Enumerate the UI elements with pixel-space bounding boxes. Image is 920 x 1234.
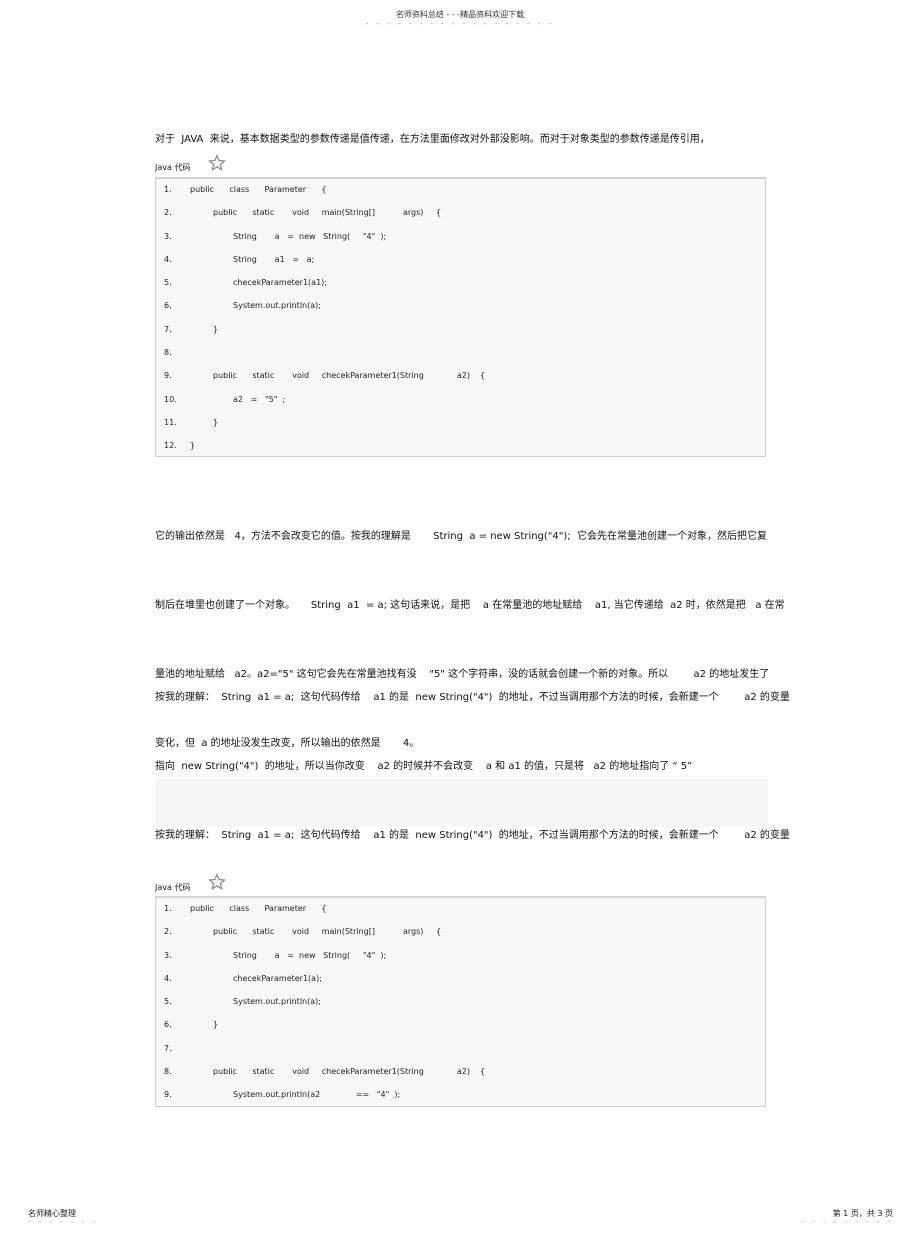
code-line: 2. public static void main(String[] args)…: [156, 202, 765, 225]
code-block-2: 1. public class Parameter { 2. public stati…: [155, 896, 766, 1107]
code-text: }: [190, 441, 196, 451]
code-line: 6. System.out.println(a);: [156, 295, 765, 318]
code-text: System.out.println(a);: [233, 301, 321, 311]
code-text: public static void main(String[] args) {: [213, 208, 442, 218]
code-line: 3. String a = new String( "4" );: [156, 226, 765, 249]
line-number: 8.: [164, 348, 172, 358]
code-text: String a1 = a;: [233, 254, 315, 264]
code-line: 3. String a = new String( "4" );: [156, 945, 765, 968]
line-number: 7.: [164, 1043, 172, 1053]
code-line: 7.: [156, 1038, 765, 1061]
code-label: Java 代码: [155, 163, 191, 172]
code-line: 10. a2 = "5" ;: [156, 389, 765, 412]
favorite-star-icon[interactable]: [208, 154, 226, 172]
understanding-paragraph-1: 按我的理解： String a1 = a; 这句代码传给 a1 的是 new S…: [155, 640, 790, 801]
line-number: 1.: [164, 185, 172, 194]
understanding-line: 按我的理解： String a1 = a; 这句代码传给 a1 的是 new S…: [155, 830, 790, 841]
code-line: 9. public static void checekParameter1(St…: [156, 365, 765, 388]
line-number: 8.: [164, 1067, 172, 1077]
line-number: 6.: [164, 1020, 172, 1030]
code-line: 12.}: [156, 435, 765, 458]
line-number: 7.: [164, 324, 172, 334]
code-text: checekParameter1(a1);: [233, 278, 327, 288]
code-text: String a = new String( "4" );: [233, 231, 387, 241]
line-number: 2.: [164, 927, 172, 937]
code-line: 4. checekParameter1(a);: [156, 968, 765, 991]
code-text: System.out.println(a);: [233, 997, 321, 1007]
code-line: 2. public static void main(String[] args)…: [156, 921, 765, 944]
understanding-line: 指向 new String("4") 的地址，所以当你改变 a2 的时候并不会改…: [155, 761, 693, 772]
code-text: public static void main(String[] args) {: [213, 927, 442, 937]
line-number: 11.: [164, 417, 177, 427]
page-header: 名师资料总结 - - -精品资料欢迎下载 - - - - - - - - - -…: [0, 9, 920, 28]
header-dots: - - - - - - - - - - - - - - - - - -: [365, 20, 555, 28]
line-number: 5.: [164, 997, 172, 1007]
code-text: public class Parameter {: [190, 185, 327, 194]
favorite-star-icon[interactable]: [208, 873, 226, 891]
code-line: 1. public class Parameter {: [156, 898, 765, 921]
line-number: 3.: [164, 950, 172, 960]
line-number: 4.: [164, 254, 172, 264]
code-line: 9. System.out.println(a2 == "4" );: [156, 1084, 765, 1107]
line-number: 3.: [164, 231, 172, 241]
code-text: }: [213, 324, 219, 334]
footer-left: 名师精心整理 - - - - - - -: [28, 1208, 99, 1226]
understanding-line: 按我的理解： String a1 = a; 这句代码传给 a1 的是 new S…: [155, 692, 790, 703]
line-number: 4.: [164, 973, 172, 983]
code-line: 1. public class Parameter {: [156, 179, 765, 202]
footer-left-dots: - - - - - - -: [28, 1218, 99, 1226]
code-block-1: 1. public class Parameter { 2. public stati…: [155, 177, 766, 457]
code-text: checekParameter1(a);: [233, 973, 322, 983]
code-text: }: [213, 1020, 219, 1030]
line-number: 9.: [164, 371, 172, 381]
code-line: 7.}: [156, 319, 765, 342]
line-number: 6.: [164, 301, 172, 311]
footer-page-number: 第 1 页，共 3 页 - - - - - - - - -: [801, 1208, 893, 1226]
code-label: Java 代码: [155, 883, 191, 892]
footer-right-dots: - - - - - - - - -: [801, 1218, 893, 1226]
code-line: 4. String a1 = a;: [156, 249, 765, 272]
header-text: 名师资料总结 - - -精品资料欢迎下载: [395, 10, 525, 19]
code-line: 11.}: [156, 412, 765, 435]
explanation-line: 制后在堆里也创建了一个对象。 String a1 = a; 这句话来说，是把 a…: [155, 600, 785, 611]
line-number: 5.: [164, 278, 172, 288]
line-number: 9.: [164, 1090, 172, 1100]
code-text: System.out.println(a2 == "4" );: [233, 1090, 401, 1100]
line-number: 12.: [164, 441, 177, 451]
intro-line: 对于 JAVA 来说，基本数据类型的参数传递是值传递，在方法里面修改对外部没影响…: [155, 134, 710, 145]
line-number: 10.: [164, 394, 177, 404]
explanation-line: 它的输出依然是 4，方法不会改变它的值。按我的理解是 String a = ne…: [155, 531, 767, 542]
code-line: 8. public static void checekParameter1(St…: [156, 1061, 765, 1084]
code-text: public static void checekParameter1(Stri…: [213, 371, 486, 381]
code-line: 5. checekParameter1(a1);: [156, 272, 765, 295]
code-text: a2 = "5" ;: [233, 394, 286, 404]
code-line: 6.}: [156, 1014, 765, 1037]
code-line: 5. System.out.println(a);: [156, 991, 765, 1014]
code-text: public class Parameter {: [190, 904, 327, 913]
code-text: }: [213, 417, 219, 427]
code-text: public static void checekParameter1(Stri…: [213, 1067, 486, 1077]
line-number: 2.: [164, 208, 172, 218]
code-text: String a = new String( "4" );: [233, 950, 387, 960]
code-line: 8.: [156, 342, 765, 365]
line-number: 1.: [164, 904, 172, 913]
